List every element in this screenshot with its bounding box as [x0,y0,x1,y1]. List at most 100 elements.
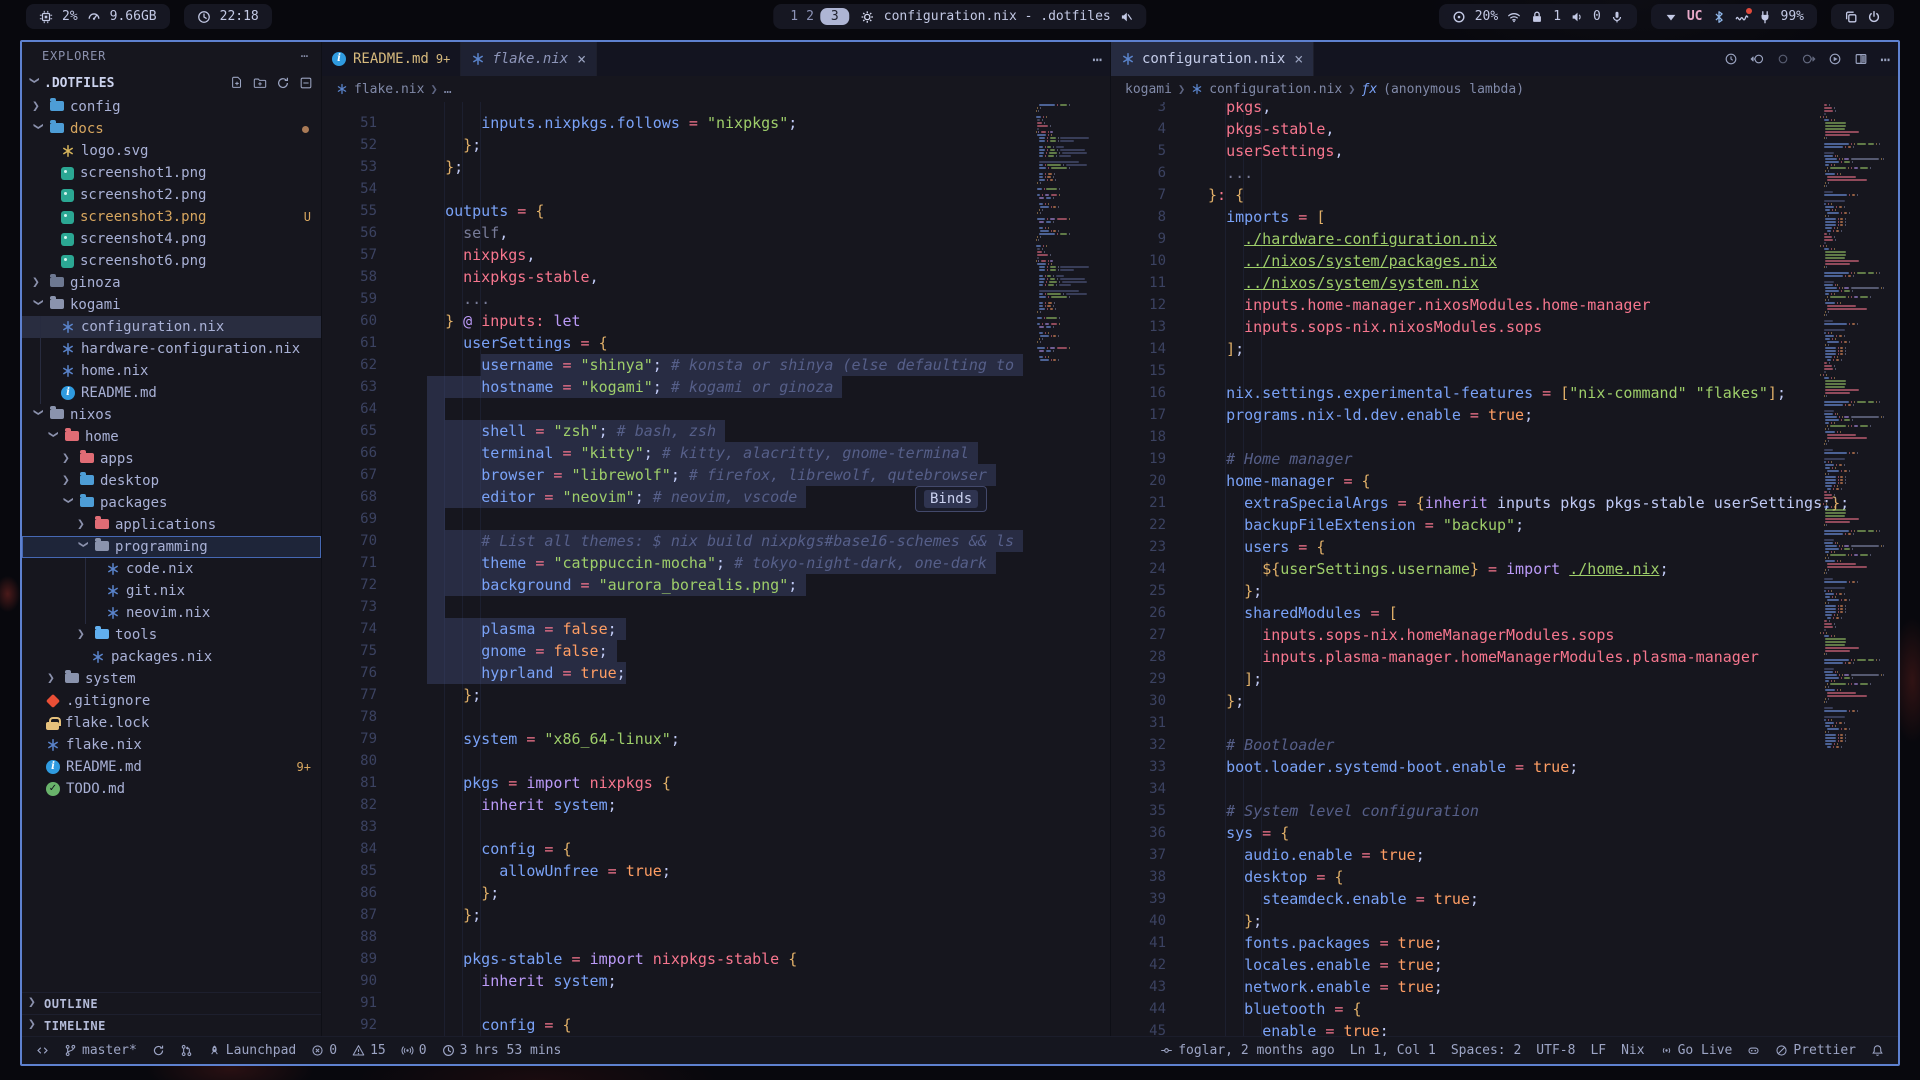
code-line-81[interactable]: 81 pkgs = import nixpkgs { [322,772,1110,794]
tree-item-programming[interactable]: ❯programming [22,536,321,558]
code-line-53[interactable]: 53 }; [322,156,1110,178]
outline-section[interactable]: ❯ OUTLINE [22,992,321,1014]
code-line-33[interactable]: 33 boot.loader.systemd-boot.enable = tru… [1111,756,1898,778]
git-blame[interactable]: foglar, 2 months ago [1160,1043,1335,1058]
code-line-9[interactable]: 9 ./hardware-configuration.nix [1111,228,1898,250]
code-line-59[interactable]: 59 ... [322,288,1110,310]
minimap-left[interactable] [1032,104,1104,361]
code-line-92[interactable]: 92 config = { [322,1014,1110,1036]
power-pill[interactable] [1831,4,1894,29]
code-line-61[interactable]: 61 userSettings = { [322,332,1110,354]
explorer-more-icon[interactable]: ⋯ [301,49,309,63]
git-branch[interactable]: master* [64,1043,137,1058]
hardware-pill[interactable]: 20% 1 0 [1439,4,1637,29]
minimap-right[interactable] [1820,104,1884,748]
tab-flake-nix[interactable]: flake.nix × [461,42,597,76]
code-line-82[interactable]: 82 inherit system; [322,794,1110,816]
tree-item-screenshot6.png[interactable]: screenshot6.png [22,250,321,272]
tree-item-.gitignore[interactable]: .gitignore [22,690,321,712]
tree-item-git.nix[interactable]: git.nix [22,580,321,602]
code-line-16[interactable]: 16 nix.settings.experimental-features = … [1111,382,1898,404]
code-line-13[interactable]: 13 inputs.sops-nix.nixosModules.sops [1111,316,1898,338]
code-line-69[interactable]: 69 [322,508,1110,530]
tree-item-hardware-configuration.nix[interactable]: hardware-configuration.nix [22,338,321,360]
launchpad[interactable]: Launchpad [208,1043,296,1058]
code-line-4[interactable]: 4 pkgs-stable, [1111,118,1898,140]
tree-item-neovim.nix[interactable]: neovim.nix [22,602,321,624]
code-line-15[interactable]: 15 [1111,360,1898,382]
code-line-72[interactable]: 72 background = "aurora_borealis.png"; [322,574,1110,596]
breadcrumbs-right[interactable]: kogami ❯ configuration.nix ❯ ƒx (anonymo… [1111,76,1898,102]
code-line-45[interactable]: 45 enable = true; [1111,1020,1898,1036]
tree-item-system[interactable]: ❯system [22,668,321,690]
collapse-all-icon[interactable] [299,76,313,90]
code-line-65[interactable]: 65 shell = "zsh"; # bash, zsh [322,420,1110,442]
sync-button[interactable] [152,1044,165,1057]
code-line-32[interactable]: 32 # Bootloader [1111,734,1898,756]
code-line-76[interactable]: 76 hyprland = true; [322,662,1110,684]
editor-more-actions-icon[interactable]: ⋯ [1092,50,1102,69]
timeline-history-icon[interactable] [1724,52,1738,66]
tree-item-packages.nix[interactable]: packages.nix [22,646,321,668]
breadcrumb-symbol[interactable]: (anonymous lambda) [1383,82,1524,97]
breadcrumb-symbol[interactable]: … [444,82,452,97]
notifications-bell[interactable] [1871,1044,1884,1057]
code-editor-flake-nix[interactable]: 51 inputs.nixpkgs.follows = "nixpkgs";52… [322,102,1110,1036]
copilot[interactable] [1747,1044,1760,1057]
code-line-41[interactable]: 41 fonts.packages = true; [1111,932,1898,954]
tree-item-docs[interactable]: ❯docs [22,118,321,140]
tree-item-logo.svg[interactable]: logo.svg [22,140,321,162]
code-editor-configuration-nix[interactable]: 3 pkgs,4 pkgs-stable,5 userSettings,6 ..… [1111,102,1898,1036]
tray-pill[interactable]: UC 99% [1651,4,1817,29]
code-line-58[interactable]: 58 nixpkgs-stable, [322,266,1110,288]
tree-item-flake.lock[interactable]: flake.lock [22,712,321,734]
code-line-52[interactable]: 52 }; [322,134,1110,156]
code-line-42[interactable]: 42 locales.enable = true; [1111,954,1898,976]
time-tracker[interactable]: 3 hrs 53 mins [442,1043,562,1058]
code-line-11[interactable]: 11 ../nixos/system/system.nix [1111,272,1898,294]
code-line-27[interactable]: 27 inputs.sops-nix.homeManagerModules.so… [1111,624,1898,646]
code-line-54[interactable]: 54 [322,178,1110,200]
close-icon[interactable]: × [577,50,586,68]
code-line-14[interactable]: 14 ]; [1111,338,1898,360]
circle-icon[interactable] [1776,52,1790,66]
code-line-68[interactable]: 68 editor = "neovim"; # neovim, vscode [322,486,1110,508]
code-line-37[interactable]: 37 audio.enable = true; [1111,844,1898,866]
code-line-24[interactable]: 24 ${userSettings.username} = import ./h… [1111,558,1898,580]
code-line-6[interactable]: 6 ... [1111,162,1898,184]
workspace-2[interactable]: 2 [802,9,818,24]
tree-item-screenshot3.png[interactable]: screenshot3.pngU [22,206,321,228]
code-line-12[interactable]: 12 inputs.home-manager.nixosModules.home… [1111,294,1898,316]
code-line-5[interactable]: 5 userSettings, [1111,140,1898,162]
tree-item-apps[interactable]: ❯apps [22,448,321,470]
navigate-back-icon[interactable] [1750,52,1764,66]
code-line-23[interactable]: 23 users = { [1111,536,1898,558]
tab-readme[interactable]: i README.md 9+ [322,42,461,76]
remote-window-button[interactable] [36,1044,49,1057]
tree-item-home.nix[interactable]: home.nix [22,360,321,382]
code-line-3[interactable]: 3 pkgs, [1111,102,1898,118]
code-line-43[interactable]: 43 network.enable = true; [1111,976,1898,998]
code-line-19[interactable]: 19 # Home manager [1111,448,1898,470]
code-line-10[interactable]: 10 ../nixos/system/packages.nix [1111,250,1898,272]
code-line-78[interactable]: 78 [322,706,1110,728]
tab-configuration-nix[interactable]: configuration.nix × [1111,42,1314,76]
code-line-36[interactable]: 36 sys = { [1111,822,1898,844]
tree-item-ginoza[interactable]: ❯ginoza [22,272,321,294]
muted-speaker-icon[interactable] [1120,10,1134,24]
tree-item-configuration.nix[interactable]: configuration.nix [22,316,321,338]
run-code-icon[interactable] [1828,52,1842,66]
code-line-86[interactable]: 86 }; [322,882,1110,904]
code-line-26[interactable]: 26 sharedModules = [ [1111,602,1898,624]
code-line-88[interactable]: 88 [322,926,1110,948]
problems-warnings[interactable]: 15 [352,1043,386,1058]
clock-pill[interactable]: 22:18 [184,4,272,29]
refresh-icon[interactable] [276,76,290,90]
code-line-75[interactable]: 75 gnome = false; [322,640,1110,662]
tree-item-readme.md[interactable]: iREADME.md [22,382,321,404]
cursor-position[interactable]: Ln 1, Col 1 [1350,1043,1436,1058]
breadcrumb-file[interactable]: configuration.nix [1209,82,1342,97]
code-line-62[interactable]: 62 username = "shinya"; # konsta or shin… [322,354,1110,376]
code-line-22[interactable]: 22 backupFileExtension = "backup"; [1111,514,1898,536]
code-line-40[interactable]: 40 }; [1111,910,1898,932]
